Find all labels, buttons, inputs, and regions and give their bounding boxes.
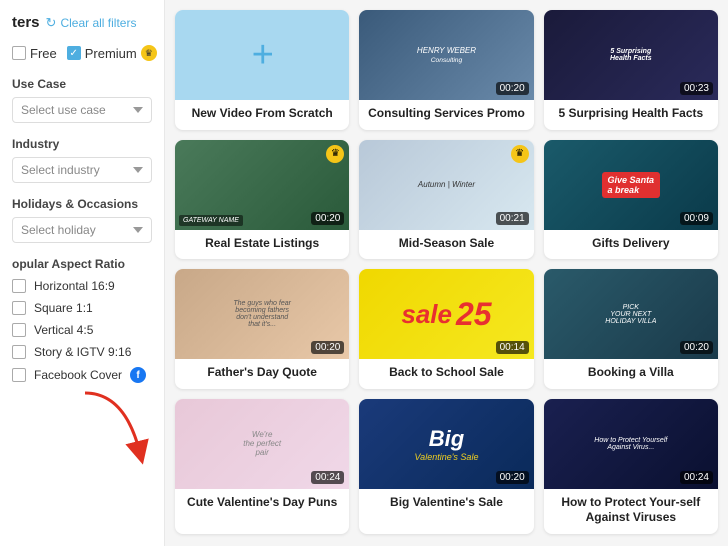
crown-badge: ♛ [141,45,157,61]
time-badge: 00:21 [496,212,529,225]
card-thumb: GATEWAY NAME 00:20 ♛ [175,140,349,230]
time-badge: 00:20 [496,471,529,484]
card-thumb: sale25 00:14 [359,269,533,359]
ar-vertical-45[interactable]: Vertical 4:5 [12,323,152,337]
card-label: Mid-Season Sale [359,230,533,260]
card-protect-virus[interactable]: How to Protect YourselfAgainst Virus... … [544,399,718,534]
card-new-video[interactable]: + New Video From Scratch [175,10,349,130]
refresh-icon: ↻ [46,15,57,31]
holidays-section: Holidays & Occasions Select holiday [12,197,152,243]
card-label: Consulting Services Promo [359,100,533,130]
time-badge: 00:24 [680,471,713,484]
free-checkbox[interactable] [12,46,26,60]
time-badge: 00:20 [311,212,344,225]
card-fathers-day[interactable]: The guys who fearbecoming fathersdon't u… [175,269,349,389]
ar-s916-label: Story & IGTV 9:16 [34,345,131,359]
card-back-school[interactable]: sale25 00:14 Back to School Sale [359,269,533,389]
card-thumb: How to Protect YourselfAgainst Virus... … [544,399,718,489]
sidebar-header: ters ↻ Clear all filters [12,14,152,31]
card-label: Father's Day Quote [175,359,349,389]
free-tier-toggle[interactable]: Free [12,46,57,61]
card-health-facts[interactable]: 5 SurprisingHealth Facts 00:23 5 Surpris… [544,10,718,130]
ar-fb-label: Facebook Cover [34,368,122,382]
ar-square-11[interactable]: Square 1:1 [12,301,152,315]
card-real-estate[interactable]: GATEWAY NAME 00:20 ♛ Real Estate Listing… [175,140,349,260]
aspect-ratio-section: opular Aspect Ratio Horizontal 16:9 Squa… [12,257,152,383]
card-big-valentine[interactable]: BigValentine's Sale 00:20 Big Valentine'… [359,399,533,534]
clear-filters-button[interactable]: ↻ Clear all filters [46,15,137,31]
time-badge: 00:09 [680,212,713,225]
ar-v45-label: Vertical 4:5 [34,323,93,337]
ar-story-916[interactable]: Story & IGTV 9:16 [12,345,152,359]
main-content: + New Video From Scratch HENRY WEBERCons… [165,0,728,546]
ar-h169-checkbox[interactable] [12,279,26,293]
ar-fb-checkbox[interactable] [12,368,26,382]
video-grid: + New Video From Scratch HENRY WEBERCons… [175,10,718,534]
tier-filter-row: Free ✓ Premium ♛ [12,45,152,61]
card-thumb: Autumn | Winter 00:21 ♛ [359,140,533,230]
card-booking-villa[interactable]: PICKYOUR NEXTHOLIDAY VILLA 00:20 Booking… [544,269,718,389]
card-valentines-puns[interactable]: We'rethe perfectpair 00:24 Cute Valentin… [175,399,349,534]
filters-title: ters [12,14,40,31]
industry-title: Industry [12,137,152,151]
ar-facebook-cover[interactable]: Facebook Cover f [12,367,152,383]
card-consulting[interactable]: HENRY WEBERConsulting 00:20 Consulting S… [359,10,533,130]
card-label: How to Protect Your-self Against Viruses [544,489,718,534]
card-label: New Video From Scratch [175,100,349,130]
card-label: Back to School Sale [359,359,533,389]
use-case-section: Use Case Select use case [12,77,152,123]
card-label: Booking a Villa [544,359,718,389]
card-mid-season[interactable]: Autumn | Winter 00:21 ♛ Mid-Season Sale [359,140,533,260]
holidays-select[interactable]: Select holiday [12,217,152,243]
time-badge: 00:24 [311,471,344,484]
card-thumb: HENRY WEBERConsulting 00:20 [359,10,533,100]
card-thumb: PICKYOUR NEXTHOLIDAY VILLA 00:20 [544,269,718,359]
ar-h169-label: Horizontal 16:9 [34,279,115,293]
card-thumb: Give Santaa break 00:09 [544,140,718,230]
premium-crown: ♛ [511,145,529,163]
ar-s916-checkbox[interactable] [12,345,26,359]
card-label: Real Estate Listings [175,230,349,260]
premium-tier-toggle[interactable]: ✓ Premium ♛ [67,45,157,61]
industry-select[interactable]: Select industry [12,157,152,183]
card-thumb: 5 SurprisingHealth Facts 00:23 [544,10,718,100]
thumb-inner: + [175,10,349,100]
time-badge: 00:20 [680,341,713,354]
ar-v45-checkbox[interactable] [12,323,26,337]
ar-horizontal-169[interactable]: Horizontal 16:9 [12,279,152,293]
time-badge: 00:23 [680,82,713,95]
holidays-title: Holidays & Occasions [12,197,152,211]
card-label: Cute Valentine's Day Puns [175,489,349,519]
card-label: Big Valentine's Sale [359,489,533,519]
industry-section: Industry Select industry [12,137,152,183]
time-badge: 00:14 [496,341,529,354]
premium-checkbox[interactable]: ✓ [67,46,81,60]
premium-crown: ♛ [326,145,344,163]
card-thumb: + [175,10,349,100]
card-label: 5 Surprising Health Facts [544,100,718,130]
card-gifts-delivery[interactable]: Give Santaa break 00:09 Gifts Delivery [544,140,718,260]
facebook-icon: f [130,367,146,383]
ar-sq11-label: Square 1:1 [34,301,93,315]
card-thumb: BigValentine's Sale 00:20 [359,399,533,489]
time-badge: 00:20 [496,82,529,95]
time-badge: 00:20 [311,341,344,354]
free-label: Free [30,46,57,61]
clear-filters-label: Clear all filters [60,16,136,30]
sidebar: ters ↻ Clear all filters Free ✓ Premium … [0,0,165,546]
use-case-title: Use Case [12,77,152,91]
card-thumb: We'rethe perfectpair 00:24 [175,399,349,489]
use-case-select[interactable]: Select use case [12,97,152,123]
card-thumb: The guys who fearbecoming fathersdon't u… [175,269,349,359]
aspect-ratio-title: opular Aspect Ratio [12,257,152,271]
ar-sq11-checkbox[interactable] [12,301,26,315]
card-label: Gifts Delivery [544,230,718,260]
premium-label: Premium [85,46,137,61]
